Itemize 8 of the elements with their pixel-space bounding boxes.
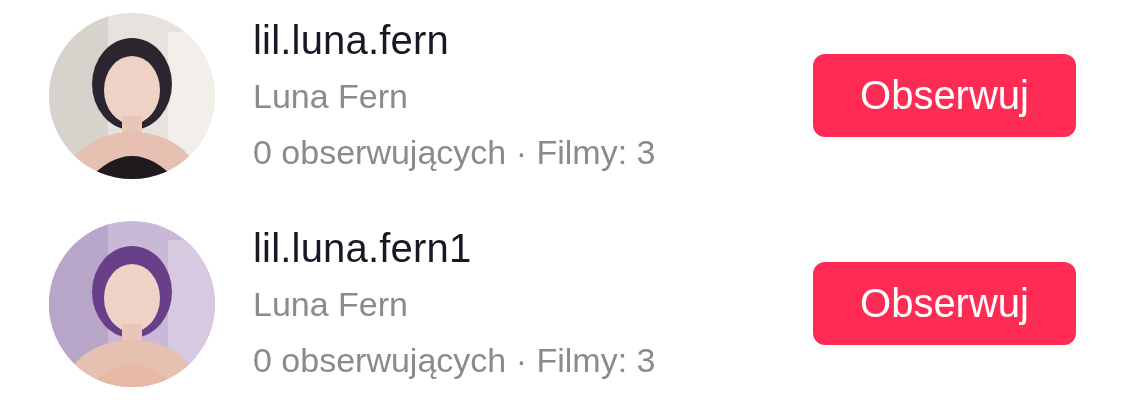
username: lil.luna.fern1: [253, 225, 473, 272]
account-stats: 0 obserwujących · Filmy: 3: [253, 132, 657, 173]
display-name: Luna Fern: [253, 284, 409, 325]
display-name: Luna Fern: [253, 76, 409, 117]
follow-button[interactable]: Obserwuj: [813, 262, 1076, 345]
username: lil.luna.fern: [253, 17, 451, 64]
follow-button[interactable]: Obserwuj: [813, 54, 1076, 137]
account-stats: 0 obserwujących · Filmy: 3: [253, 340, 657, 381]
